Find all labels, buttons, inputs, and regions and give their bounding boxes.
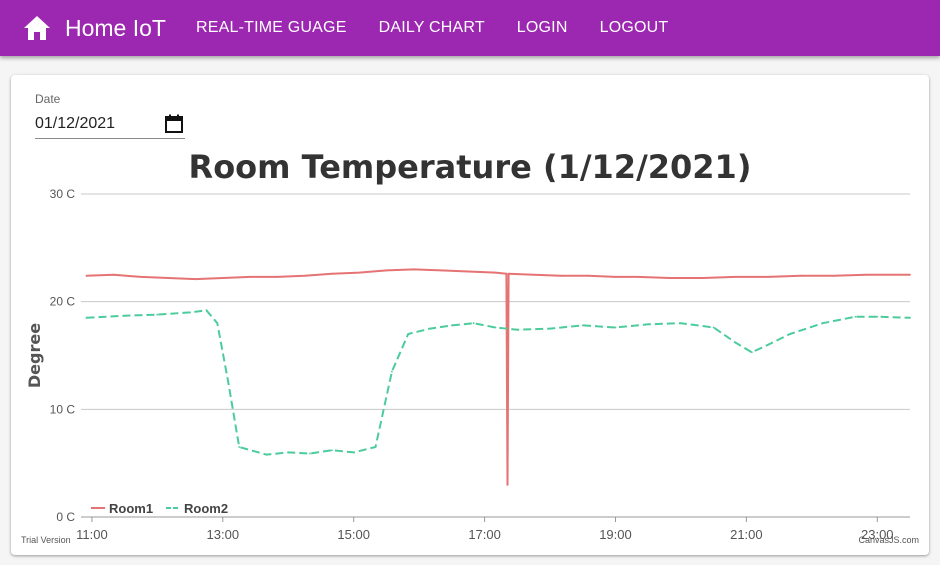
- data-point-room2: [549, 327, 551, 330]
- data-point-room2: [680, 322, 682, 325]
- data-point-room2: [330, 449, 333, 452]
- date-input[interactable]: 01/12/2021: [35, 110, 185, 139]
- trial-version-label: Trial Version: [21, 535, 71, 545]
- data-point-room2: [85, 316, 88, 319]
- data-point-room1: [221, 277, 224, 279]
- data-point-room1: [412, 268, 415, 271]
- y-tick-label: 0 C: [56, 510, 75, 524]
- canvasjs-credit: CanvasJS.com: [858, 535, 919, 545]
- data-point-room1: [194, 278, 197, 280]
- data-point-room1: [832, 274, 835, 277]
- x-tick-label: 17:00: [468, 527, 501, 542]
- data-point-room2: [123, 314, 126, 317]
- data-point-room2: [614, 326, 617, 329]
- y-tick-label: 30 C: [50, 187, 76, 201]
- data-point-room1: [440, 269, 442, 272]
- data-point-room2: [581, 324, 584, 327]
- x-tick-label: 19:00: [599, 527, 632, 542]
- data-point-room1: [358, 271, 361, 274]
- data-point-room2: [407, 333, 410, 335]
- y-tick-label: 10 C: [50, 402, 76, 416]
- data-point-room1: [587, 274, 590, 277]
- data-point-room1: [505, 272, 508, 275]
- data-point-room2: [450, 324, 453, 327]
- data-point-room2: [429, 327, 431, 330]
- data-point-room1: [532, 273, 535, 276]
- data-point-room2: [647, 323, 650, 326]
- calendar-icon[interactable]: [165, 114, 183, 138]
- data-point-room1: [909, 273, 911, 276]
- x-tick-label: 13:00: [207, 527, 240, 542]
- data-point-room1: [303, 274, 306, 277]
- data-point-room2: [712, 326, 715, 329]
- data-point-room2: [750, 351, 753, 354]
- x-tick-label: 21:00: [730, 527, 763, 542]
- data-point-room2: [287, 451, 290, 454]
- data-point-room1: [734, 276, 737, 278]
- nav-realtime-gauge[interactable]: REAL-TIME GUAGE: [180, 0, 363, 56]
- data-point-room2: [216, 322, 219, 325]
- nav-login[interactable]: LOGIN: [501, 0, 584, 56]
- data-point-room2: [309, 452, 311, 455]
- data-point-room2: [767, 343, 770, 346]
- data-point-room2: [156, 313, 159, 316]
- data-point-room2: [821, 322, 824, 325]
- nav-daily-chart[interactable]: DAILY CHART: [363, 0, 501, 56]
- data-point-room2: [789, 333, 791, 335]
- data-point-room1: [385, 269, 388, 272]
- data-point-room2: [876, 315, 879, 318]
- data-point-room2: [390, 370, 393, 373]
- y-tick-label: 20 C: [50, 295, 76, 309]
- data-point-room1: [865, 273, 868, 276]
- date-value[interactable]: 01/12/2021: [35, 115, 115, 133]
- data-point-room2: [238, 446, 241, 448]
- data-point-room1: [467, 270, 470, 273]
- data-point-room1: [636, 276, 639, 278]
- data-point-room2: [494, 326, 497, 329]
- app-title[interactable]: Home IoT: [65, 15, 166, 42]
- data-point-room1: [140, 276, 142, 278]
- chart-title: Room Temperature (1/12/2021): [189, 148, 752, 186]
- home-button[interactable]: [19, 10, 55, 46]
- data-point-room1: [276, 276, 279, 278]
- data-point-room1: [506, 483, 509, 486]
- data-point-room2: [854, 315, 857, 318]
- legend-label: Room1: [109, 501, 153, 516]
- data-point-room1: [112, 273, 115, 276]
- data-point-room1: [494, 271, 497, 274]
- data-point-room2: [189, 311, 191, 314]
- temperature-chart: Room Temperature (1/12/2021) 0 C 10 C 20 C 3…: [21, 148, 919, 545]
- data-point-room1: [669, 277, 671, 279]
- date-label: Date: [35, 92, 61, 106]
- series-line-room2: [86, 309, 911, 456]
- data-point-room1: [767, 276, 770, 278]
- data-point-room1: [614, 276, 617, 278]
- data-point-room1: [507, 272, 510, 275]
- nav-logout[interactable]: LOGOUT: [584, 0, 685, 56]
- data-point-room1: [560, 274, 562, 277]
- app-bar: Home IoT REAL-TIME GUAGE DAILY CHART LOG…: [0, 0, 940, 56]
- x-tick-label: 15:00: [337, 527, 370, 542]
- data-point-room1: [249, 276, 251, 278]
- y-axis-label: Degree: [25, 323, 44, 388]
- data-point-room1: [800, 274, 802, 277]
- data-point-room1: [701, 277, 704, 279]
- data-point-room2: [227, 381, 230, 384]
- data-point-room2: [205, 309, 208, 312]
- data-point-room2: [352, 451, 355, 454]
- data-point-room2: [734, 341, 737, 344]
- data-point-room2: [472, 322, 475, 325]
- legend-label: Room2: [184, 501, 228, 516]
- home-icon: [24, 16, 50, 40]
- data-point-room1: [85, 274, 88, 277]
- data-point-room2: [265, 453, 268, 456]
- x-tick-label: 11:00: [76, 527, 108, 542]
- data-point-room1: [330, 272, 333, 275]
- data-point-room2: [909, 316, 911, 319]
- data-point-room2: [374, 446, 377, 448]
- data-point-room1: [167, 277, 170, 279]
- data-point-room2: [516, 328, 519, 331]
- chart-card: Room Temperature (1/12/2021) 0 C 10 C 20 C 3…: [11, 75, 929, 555]
